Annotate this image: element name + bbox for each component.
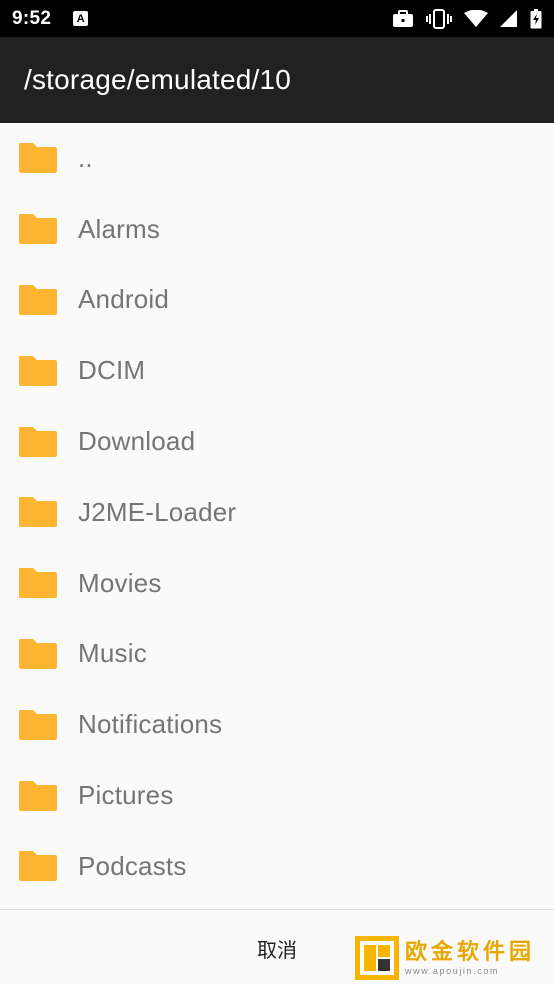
folder-list-item[interactable]: Android [0,265,554,336]
briefcase-icon [393,9,413,27]
status-bar: 9:52 A [0,0,554,37]
folder-icon [19,780,57,811]
notification-a-icon: A [73,11,89,26]
folder-name: .. [78,142,93,173]
bottom-bar: 取消 欧金软件园 www.apoujin.com [0,910,554,984]
current-path-title: /storage/emulated/10 [24,64,292,95]
wifi-icon [464,9,488,27]
folder-name: DCIM [78,355,146,386]
signal-icon [500,9,517,27]
status-icons [392,8,542,29]
watermark-logo-icon [355,936,399,980]
folder-name: Download [78,426,196,457]
folder-list-item[interactable]: Podcasts [0,831,554,902]
vibrate-icon [426,8,452,29]
folder-list-item[interactable]: Music [0,619,554,690]
folder-icon [19,355,57,386]
folder-list-item[interactable]: Pictures [0,760,554,831]
folder-name: Alarms [78,213,161,244]
folder-list-item[interactable]: Download [0,406,554,477]
folder-list-item[interactable]: DCIM [0,335,554,406]
folder-name: Notifications [78,709,223,740]
folder-list-item[interactable]: .. [0,123,554,194]
folder-icon [19,851,57,882]
folder-list-item[interactable]: Notifications [0,689,554,760]
app-bar: /storage/emulated/10 [0,37,554,123]
folder-icon [19,568,57,599]
folder-name: Pictures [78,780,174,811]
folder-icon [19,426,57,457]
folder-icon [19,638,57,669]
watermark-url: www.apoujin.com [405,966,500,976]
watermark-name: 欧金软件园 [405,939,536,964]
folder-list-item[interactable]: Movies [0,548,554,619]
folder-name: Movies [78,567,162,598]
status-time: 9:52 [12,7,52,29]
folder-icon [19,214,57,245]
folder-name: Podcasts [78,850,187,881]
folder-list[interactable]: .. Alarms Android DCIM Download J2ME-Loader Mo… [0,123,554,909]
cancel-button[interactable]: 取消 [236,930,318,966]
battery-icon [530,8,542,28]
folder-icon [19,709,57,740]
folder-list-item[interactable]: J2ME-Loader [0,477,554,548]
folder-name: J2ME-Loader [78,496,237,527]
folder-name: Music [78,638,147,669]
folder-icon [19,143,57,174]
watermark: 欧金软件园 www.apoujin.com [355,936,547,980]
folder-icon [19,497,57,528]
folder-list-item[interactable]: Alarms [0,194,554,265]
folder-icon [19,284,57,315]
folder-name: Android [78,284,170,315]
